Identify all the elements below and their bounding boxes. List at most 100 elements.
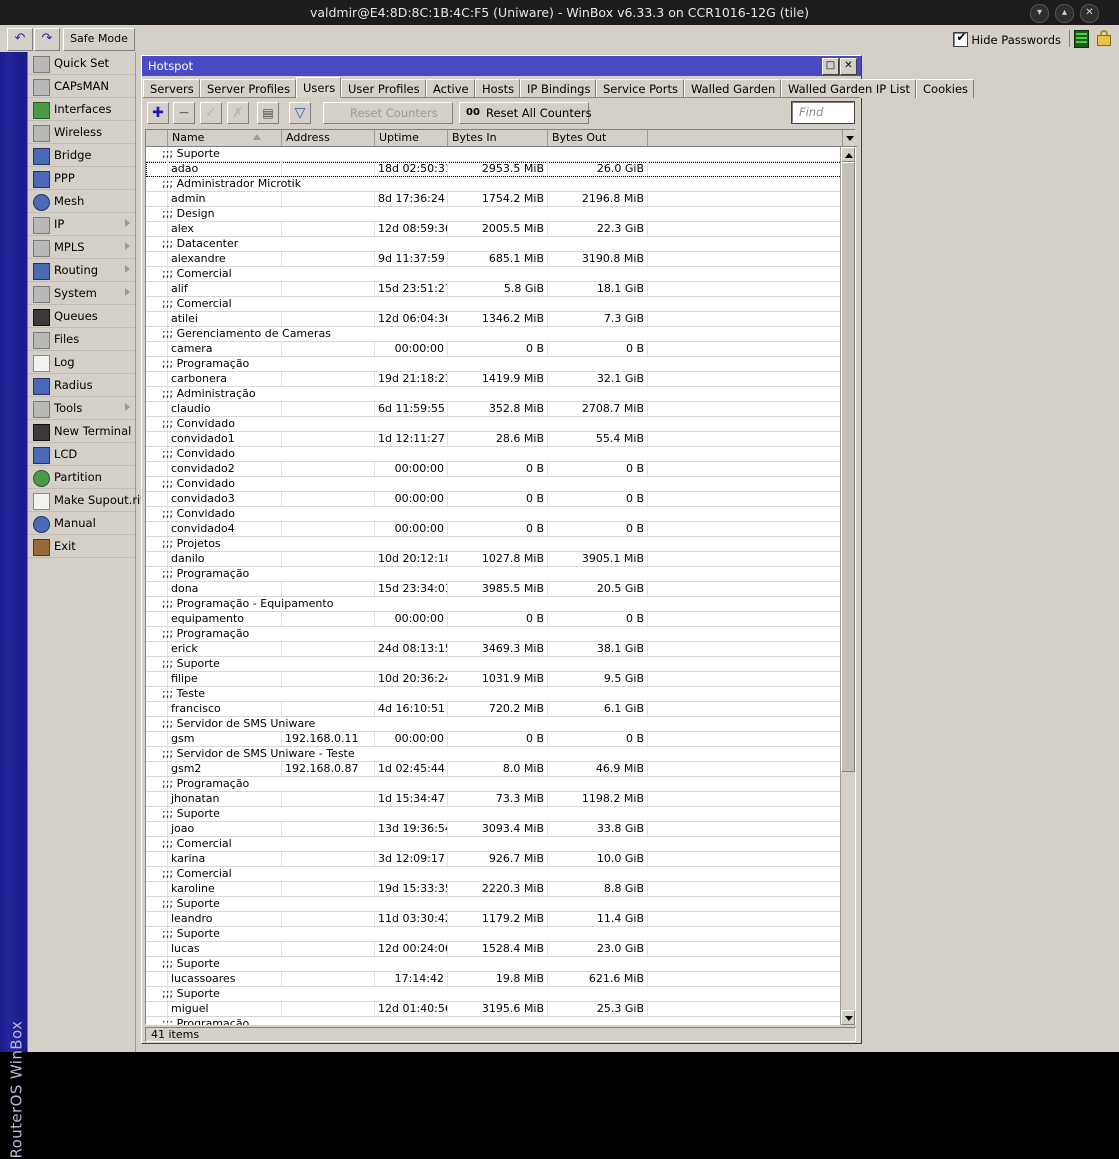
enable-button[interactable]: ✓ [200, 102, 222, 124]
table-comment-row[interactable]: ;;; Suporte [146, 657, 842, 672]
column-header-uptime[interactable]: Uptime [375, 130, 448, 146]
column-header-flags[interactable] [146, 130, 168, 146]
table-comment-row[interactable]: ;;; Convidado [146, 477, 842, 492]
table-row[interactable]: camera 00:00:00 0 B0 B [146, 342, 842, 357]
table-row[interactable]: gsm 192.168.0.11 00:00:00 0 B0 B [146, 732, 842, 747]
table-row[interactable]: claudio 6d 11:59:55 352.8 MiB 2708.7 MiB [146, 402, 842, 417]
disable-button[interactable]: ✗ [227, 102, 249, 124]
tab-users[interactable]: Users [296, 77, 341, 98]
search-input[interactable]: Find [791, 101, 855, 124]
column-chooser-button[interactable] [842, 130, 857, 146]
vertical-scrollbar[interactable] [840, 147, 855, 1025]
table-row[interactable]: dona 15d 23:34:03 3985.5 MiB 20.5 GiB [146, 582, 842, 597]
table-row[interactable]: filipe 10d 20:36:24 1031.9 MiB 9.5 GiB [146, 672, 842, 687]
table-comment-row[interactable]: ;;; Comercial [146, 837, 842, 852]
column-header-bytes-out[interactable]: Bytes Out [548, 130, 648, 146]
sidebar-item-mpls[interactable]: MPLS [28, 236, 135, 259]
sidebar-item-exit[interactable]: Exit [28, 535, 135, 558]
table-comment-row[interactable]: ;;; Design [146, 207, 842, 222]
table-comment-row[interactable]: ;;; Comercial [146, 267, 842, 282]
table-comment-row[interactable]: ;;; Programação [146, 567, 842, 582]
window-maximize-button[interactable]: ▴ [1055, 4, 1074, 23]
lock-icon[interactable] [1097, 30, 1111, 46]
tab-walled-garden[interactable]: Walled Garden [684, 79, 781, 98]
filter-button[interactable]: ▽ [289, 102, 311, 124]
table-row[interactable]: convidado3 00:00:00 0 B0 B [146, 492, 842, 507]
sidebar-item-wireless[interactable]: Wireless [28, 121, 135, 144]
table-row[interactable]: convidado4 00:00:00 0 B0 B [146, 522, 842, 537]
memory-icon[interactable] [1074, 30, 1089, 48]
sidebar-item-bridge[interactable]: Bridge [28, 144, 135, 167]
table-comment-row[interactable]: ;;; Suporte [146, 957, 842, 972]
table-comment-row[interactable]: ;;; Programação [146, 777, 842, 792]
table-row[interactable]: adao 18d 02:50:31 2953.5 MiB 26.0 GiB [146, 162, 842, 177]
table-comment-row[interactable]: ;;; Administrador Microtik [146, 177, 842, 192]
column-header-extra[interactable] [648, 130, 842, 146]
sidebar-item-lcd[interactable]: LCD [28, 443, 135, 466]
sidebar-item-ip[interactable]: IP [28, 213, 135, 236]
table-row[interactable]: erick 24d 08:13:15 3469.3 MiB 38.1 GiB [146, 642, 842, 657]
table-row[interactable]: alexandre 9d 11:37:59 685.1 MiB 3190.8 MiB [146, 252, 842, 267]
column-header-name[interactable]: Name [168, 130, 282, 146]
scroll-down-button[interactable] [841, 1010, 855, 1025]
table-comment-row[interactable]: ;;; Comercial [146, 297, 842, 312]
remove-button[interactable]: − [173, 102, 195, 124]
table-comment-row[interactable]: ;;; Datacenter [146, 237, 842, 252]
column-header-bytes-in[interactable]: Bytes In [448, 130, 548, 146]
sidebar-item-make-supout-rif[interactable]: Make Supout.rif [28, 489, 144, 512]
table-row[interactable]: equipamento 00:00:00 0 B0 B [146, 612, 842, 627]
sidebar-item-queues[interactable]: Queues [28, 305, 135, 328]
table-comment-row[interactable]: ;;; Gerenciamento de Cameras [146, 327, 842, 342]
hotspot-close-button[interactable]: ✕ [840, 58, 857, 75]
undo-button[interactable]: ↶ [7, 28, 33, 51]
table-row[interactable]: admin 8d 17:36:24 1754.2 MiB 2196.8 MiB [146, 192, 842, 207]
table-row[interactable]: joao 13d 19:36:54 3093.4 MiB 33.8 GiB [146, 822, 842, 837]
reset-all-counters-button[interactable]: 00 Reset All Counters [459, 102, 592, 124]
scroll-up-button[interactable] [841, 147, 855, 162]
table-comment-row[interactable]: ;;; Administração [146, 387, 842, 402]
table-row[interactable]: convidado1 1d 12:11:27 28.6 MiB 55.4 MiB [146, 432, 842, 447]
table-comment-row[interactable]: ;;; Servidor de SMS Uniware - Teste [146, 747, 842, 762]
sidebar-item-log[interactable]: Log [28, 351, 135, 374]
table-row[interactable]: atilei 12d 06:04:36 1346.2 MiB 7.3 GiB [146, 312, 842, 327]
tab-walled-garden-ip-list[interactable]: Walled Garden IP List [781, 79, 916, 98]
tab-ip-bindings[interactable]: IP Bindings [520, 79, 596, 98]
sidebar-item-radius[interactable]: Radius [28, 374, 135, 397]
sidebar-item-new-terminal[interactable]: New Terminal [28, 420, 135, 443]
table-row[interactable]: lucas 12d 00:24:06 1528.4 MiB 23.0 GiB [146, 942, 842, 957]
table-row[interactable]: convidado2 00:00:00 0 B0 B [146, 462, 842, 477]
table-comment-row[interactable]: ;;; Programação [146, 1017, 842, 1025]
sidebar-item-quick-set[interactable]: Quick Set [28, 52, 135, 75]
table-row[interactable]: alif 15d 23:51:27 5.8 GiB 18.1 GiB [146, 282, 842, 297]
sidebar-item-routing[interactable]: Routing [28, 259, 135, 282]
table-comment-row[interactable]: ;;; Projetos [146, 537, 842, 552]
tab-service-ports[interactable]: Service Ports [596, 79, 684, 98]
sidebar-item-interfaces[interactable]: Interfaces [28, 98, 135, 121]
tab-server-profiles[interactable]: Server Profiles [200, 79, 296, 98]
add-button[interactable]: ✚ [147, 102, 169, 124]
tab-active[interactable]: Active [426, 79, 475, 98]
sidebar-item-ppp[interactable]: PPP [28, 167, 135, 190]
table-row[interactable]: karoline 19d 15:33:35 2220.3 MiB 8.8 GiB [146, 882, 842, 897]
tab-cookies[interactable]: Cookies [916, 79, 974, 98]
column-header-address[interactable]: Address [282, 130, 375, 146]
table-comment-row[interactable]: ;;; Suporte [146, 987, 842, 1002]
sidebar-item-mesh[interactable]: Mesh [28, 190, 135, 213]
tab-servers[interactable]: Servers [143, 79, 200, 98]
table-row[interactable]: francisco 4d 16:10:51 720.2 MiB 6.1 GiB [146, 702, 842, 717]
table-row[interactable]: lucassoares 17:14:42 19.8 MiB 621.6 MiB [146, 972, 842, 987]
hotspot-maximize-button[interactable]: □ [822, 58, 839, 75]
sidebar-item-partition[interactable]: Partition [28, 466, 135, 489]
table-comment-row[interactable]: ;;; Suporte [146, 147, 842, 162]
table-comment-row[interactable]: ;;; Suporte [146, 897, 842, 912]
redo-button[interactable]: ↷ [34, 28, 60, 51]
table-comment-row[interactable]: ;;; Convidado [146, 447, 842, 462]
safe-mode-button[interactable]: Safe Mode [63, 28, 135, 51]
sidebar-item-files[interactable]: Files [28, 328, 135, 351]
tab-user-profiles[interactable]: User Profiles [341, 79, 426, 98]
table-row[interactable]: jhonatan 1d 15:34:47 73.3 MiB 1198.2 MiB [146, 792, 842, 807]
table-comment-row[interactable]: ;;; Suporte [146, 927, 842, 942]
reset-counters-button[interactable]: Reset Counters [323, 102, 453, 124]
table-comment-row[interactable]: ;;; Comercial [146, 867, 842, 882]
table-row[interactable]: gsm2 192.168.0.87 1d 02:45:44 8.0 MiB 46.9 M… [146, 762, 842, 777]
